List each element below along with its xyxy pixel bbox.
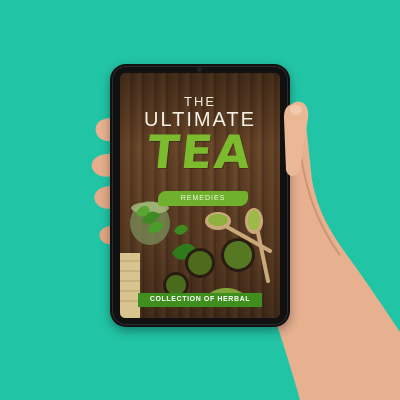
hand-thumb [284,101,309,176]
product-mockup-scene: THE ULTIMATE TEA REMEDIES COLLECTION OF … [0,0,400,400]
